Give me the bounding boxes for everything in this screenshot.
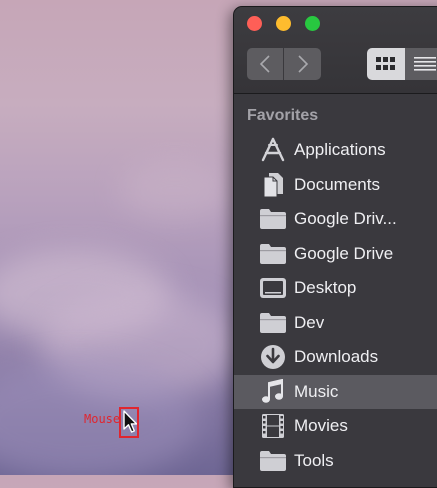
sidebar-item-google-drive-1[interactable]: Google Driv... [234, 202, 437, 237]
view-mode-buttons [367, 48, 437, 80]
sidebar-item-dev[interactable]: Dev [234, 306, 437, 341]
maximize-window-button[interactable] [305, 16, 320, 31]
sidebar-item-label: Dev [294, 312, 325, 332]
finder-window: Favorites Applications Documents Google … [233, 6, 437, 488]
sidebar-item-label: Movies [294, 416, 348, 436]
sidebar-item-tools[interactable]: Tools [234, 444, 437, 479]
sidebar-item-label: Music [294, 381, 339, 401]
movies-icon [259, 412, 287, 440]
sidebar-item-documents[interactable]: Documents [234, 168, 437, 203]
folder-icon [259, 240, 287, 268]
mouse-cursor-icon [123, 410, 137, 433]
sidebar-item-label: Desktop [294, 278, 357, 298]
wallpaper-cloud [120, 160, 230, 220]
chevron-left-icon [259, 55, 270, 73]
documents-icon [259, 171, 287, 199]
navigation-buttons [247, 48, 321, 80]
minimize-window-button[interactable] [276, 16, 291, 31]
folder-icon [259, 205, 287, 233]
list-view-button[interactable] [405, 48, 437, 80]
music-icon [259, 378, 287, 406]
favorites-section-title: Favorites [247, 107, 319, 124]
desktop-icon [259, 274, 287, 302]
sidebar-item-label: Google Driv... [294, 209, 397, 229]
sidebar-item-label: Downloads [294, 347, 379, 367]
applications-icon [259, 136, 287, 164]
sidebar-item-desktop[interactable]: Desktop [234, 271, 437, 306]
forward-button[interactable] [284, 48, 321, 80]
folder-icon [259, 447, 287, 475]
sidebar-item-label: Tools [294, 450, 334, 470]
mouse-annotation-label: Mouse [84, 412, 121, 426]
favorites-list: Applications Documents Google Driv... Go… [234, 133, 437, 478]
finder-sidebar: Favorites Applications Documents Google … [234, 94, 437, 487]
folder-icon [259, 309, 287, 337]
chevron-right-icon [297, 55, 308, 73]
sidebar-item-label: Documents [294, 174, 380, 194]
sidebar-item-music[interactable]: Music [234, 374, 437, 409]
sidebar-item-google-drive-2[interactable]: Google Drive [234, 237, 437, 272]
sidebar-item-downloads[interactable]: Downloads [234, 340, 437, 375]
close-window-button[interactable] [247, 16, 262, 31]
sidebar-item-applications[interactable]: Applications [234, 133, 437, 168]
grid-icon [376, 57, 395, 70]
icon-view-button[interactable] [367, 48, 405, 80]
sidebar-item-label: Applications [294, 140, 386, 160]
sidebar-item-movies[interactable]: Movies [234, 409, 437, 444]
sidebar-item-label: Google Drive [294, 243, 394, 263]
downloads-icon [259, 343, 287, 371]
back-button[interactable] [247, 48, 284, 80]
finder-toolbar [234, 7, 437, 94]
list-icon [414, 57, 436, 71]
